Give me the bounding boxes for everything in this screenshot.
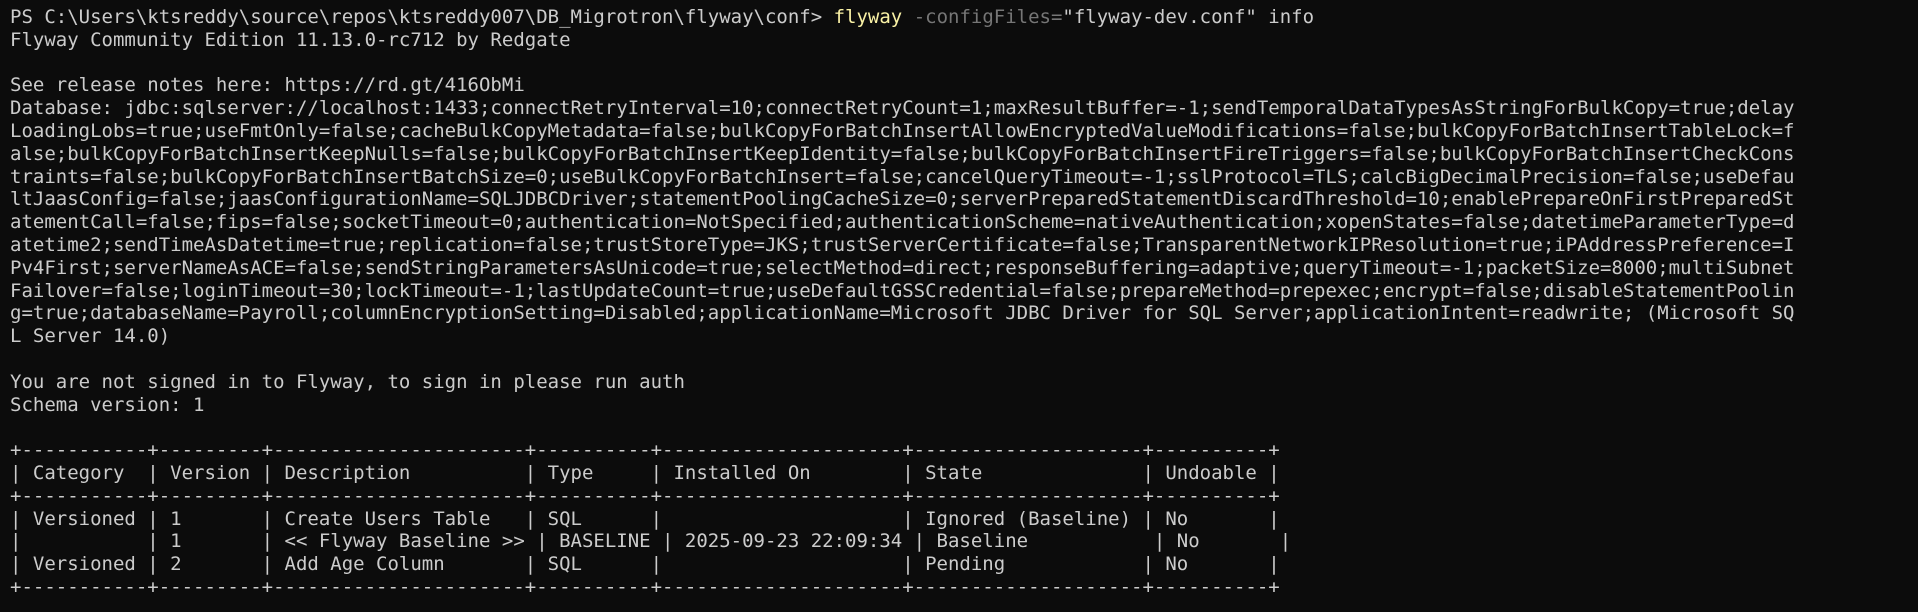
database-line: ltJaasConfig=false;jaasConfigurationName…: [10, 188, 1795, 211]
flyway-banner: Flyway Community Edition 11.13.0-rc712 b…: [10, 28, 571, 51]
database-line: LoadingLobs=true;useFmtOnly=false;cacheB…: [10, 119, 1795, 142]
database-line: g=true;databaseName=Payroll;columnEncryp…: [10, 302, 1795, 325]
database-line: alse;bulkCopyForBatchInsertKeepNulls=fal…: [10, 142, 1795, 165]
database-line: traints=false;bulkCopyForBatchInsertBatc…: [10, 165, 1795, 188]
database-line: atementCall=false;fips=false;socketTimeo…: [10, 211, 1795, 234]
auth-notice: You are not signed in to Flyway, to sign…: [10, 370, 685, 393]
command-argument: "flyway-dev.conf" info: [1062, 6, 1315, 28]
table-border-top: +-----------+---------+-----------------…: [10, 439, 1280, 462]
table-row: | Versioned | 1 | Create Users Table | S…: [10, 507, 1280, 530]
command-prompt-line: PS C:\Users\ktsreddy\source\repos\ktsred…: [10, 6, 1918, 29]
release-notes-line: See release notes here: https://rd.gt/41…: [10, 74, 525, 97]
database-line: Pv4First;serverNameAsACE=false;sendStrin…: [10, 256, 1795, 279]
table-border-bottom: +-----------+---------+-----------------…: [10, 575, 1280, 598]
database-line: atetime2;sendTimeAsDatetime=true;replica…: [10, 233, 1795, 256]
command-parameter: -configFiles=: [902, 6, 1063, 28]
database-line: Failover=false;loginTimeout=30;lockTimeo…: [10, 279, 1795, 302]
database-line: Database: jdbc:sqlserver://localhost:143…: [10, 97, 1795, 120]
database-line: L Server 14.0): [10, 325, 171, 348]
table-border-mid: +-----------+---------+-----------------…: [10, 484, 1280, 507]
terminal-window[interactable]: PS C:\Users\ktsreddy\source\repos\ktsred…: [0, 0, 1918, 612]
table-row: | | 1 | << Flyway Baseline >> | BASELINE…: [10, 530, 1292, 553]
table-row: | Versioned | 2 | Add Age Column | SQL |…: [10, 553, 1280, 576]
command-name: flyway: [833, 6, 903, 28]
schema-version: Schema version: 1: [10, 393, 205, 416]
prompt-path: PS C:\Users\ktsreddy\source\repos\ktsred…: [10, 6, 834, 28]
table-header: | Category | Version | Description | Typ…: [10, 461, 1280, 484]
